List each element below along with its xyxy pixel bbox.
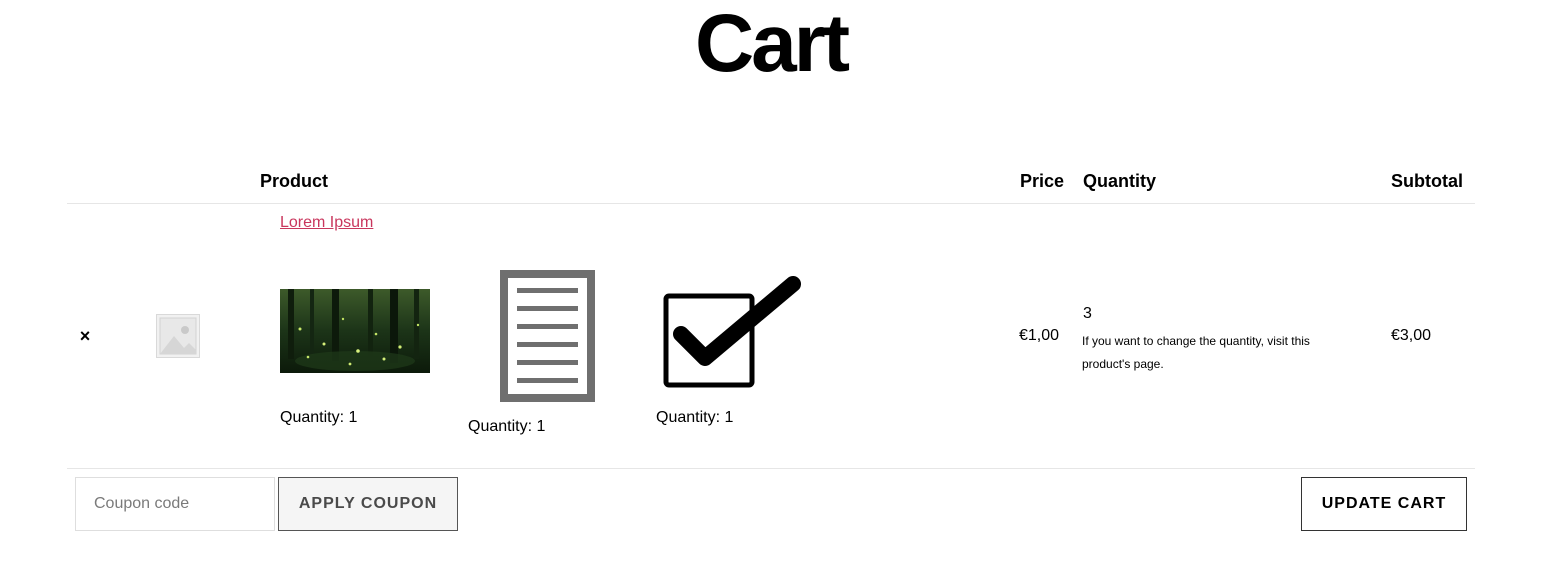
table-header-divider bbox=[67, 203, 1475, 204]
quantity-note: If you want to change the quantity, visi… bbox=[1082, 334, 1310, 371]
table-footer-divider bbox=[67, 468, 1475, 469]
bundle-item-quantity: Quantity: 1 bbox=[656, 409, 734, 426]
bundle-item-quantity: Quantity: 1 bbox=[468, 418, 546, 435]
checkbox-checkmark-icon bbox=[663, 276, 801, 388]
bundle-item-document bbox=[500, 270, 595, 402]
bundle-item-quantity: Quantity: 1 bbox=[280, 409, 358, 426]
image-placeholder-icon bbox=[156, 314, 200, 358]
apply-coupon-button[interactable]: Apply coupon bbox=[278, 477, 458, 531]
document-icon bbox=[500, 270, 595, 402]
cart-page: Cart Product Price Quantity Subtotal × L… bbox=[0, 0, 1542, 578]
item-quantity: 3 bbox=[1083, 305, 1092, 322]
page-title: Cart bbox=[694, 0, 850, 89]
item-subtotal: €3,00 bbox=[1391, 327, 1432, 344]
column-header-product: Product bbox=[260, 171, 329, 191]
item-price: €1,00 bbox=[1019, 327, 1060, 344]
column-header-subtotal: Subtotal bbox=[1391, 171, 1463, 191]
forest-photo bbox=[280, 289, 430, 373]
update-cart-button[interactable]: Update cart bbox=[1301, 477, 1467, 531]
product-name-link[interactable]: Lorem Ipsum bbox=[280, 213, 373, 233]
remove-item-button[interactable]: × bbox=[76, 326, 94, 346]
column-header-quantity: Quantity bbox=[1083, 171, 1157, 191]
bundle-item-checkbox bbox=[661, 274, 801, 390]
coupon-code-input[interactable] bbox=[75, 477, 275, 531]
bundle-item-forest-image bbox=[280, 289, 430, 373]
column-header-price: Price bbox=[1020, 171, 1065, 191]
product-placeholder-thumbnail[interactable] bbox=[156, 314, 200, 358]
